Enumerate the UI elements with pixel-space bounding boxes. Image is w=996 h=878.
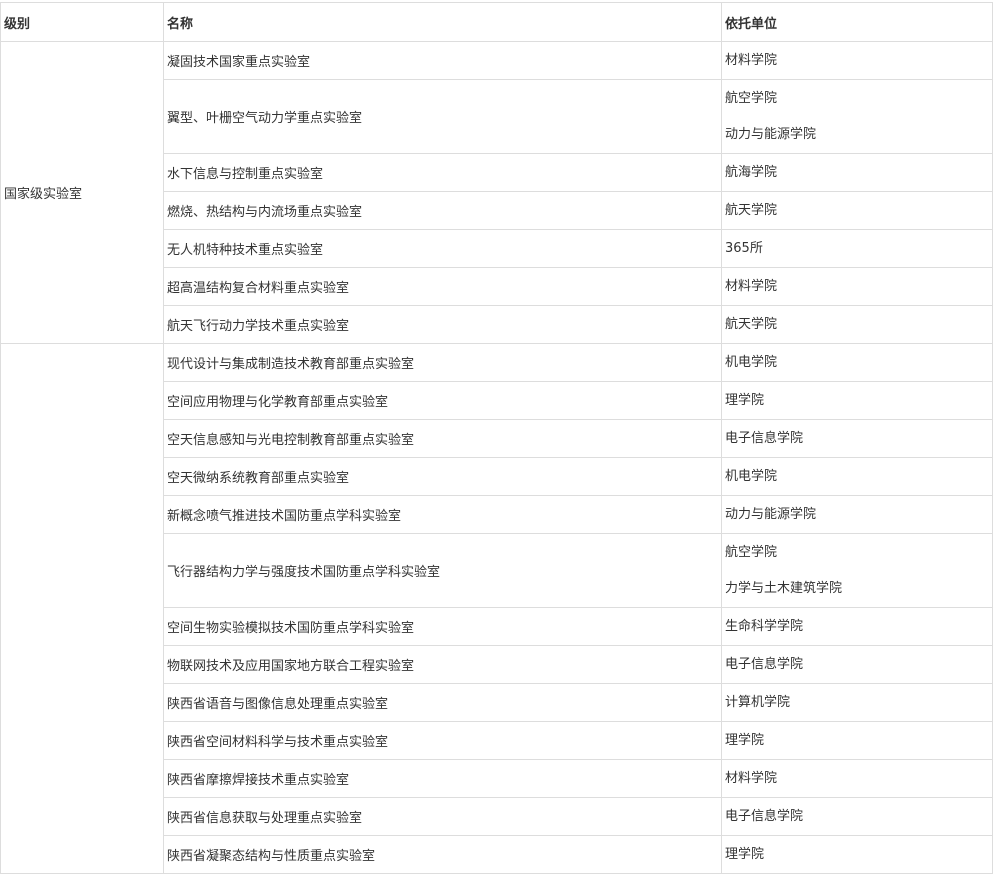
- lab-name-cell: 翼型、叶栅空气动力学重点实验室: [163, 79, 722, 154]
- unit-name: 航天学院: [725, 316, 778, 332]
- unit-cell: 材料学院: [721, 267, 993, 306]
- unit-cell: 机电学院: [721, 457, 993, 496]
- lab-name-cell: 超高温结构复合材料重点实验室: [163, 267, 722, 306]
- unit-name: 理学院: [725, 392, 765, 408]
- unit-cell: 材料学院: [721, 759, 993, 798]
- unit-name: 材料学院: [725, 770, 778, 786]
- unit-cell: 航空学院动力与能源学院: [721, 79, 993, 154]
- lab-name-cell: 陕西省信息获取与处理重点实验室: [163, 797, 722, 836]
- lab-name-cell: 凝固技术国家重点实验室: [163, 41, 722, 80]
- unit-cell: 电子信息学院: [721, 645, 993, 684]
- unit-name: 365所: [725, 240, 763, 256]
- unit-name: 计算机学院: [725, 694, 791, 710]
- unit-cell: 机电学院: [721, 343, 993, 382]
- unit-cell: 电子信息学院: [721, 419, 993, 458]
- table-row: 现代设计与集成制造技术教育部重点实验室 机电学院: [0, 343, 993, 874]
- header-unit: 依托单位: [721, 2, 993, 42]
- lab-name-cell: 水下信息与控制重点实验室: [163, 153, 722, 192]
- lab-name-cell: 新概念喷气推进技术国防重点学科实验室: [163, 495, 722, 534]
- unit-name: 材料学院: [725, 278, 778, 294]
- unit-name: 理学院: [725, 846, 765, 862]
- unit-cell: 计算机学院: [721, 683, 993, 722]
- unit-name: 航空学院: [725, 544, 778, 560]
- lab-name-cell: 空天信息感知与光电控制教育部重点实验室: [163, 419, 722, 458]
- unit-cell: 电子信息学院: [721, 797, 993, 836]
- unit-name: 动力与能源学院: [725, 126, 817, 142]
- table-row: 国家级实验室 凝固技术国家重点实验室 材料学院: [0, 41, 993, 344]
- lab-name-cell: 陕西省凝聚态结构与性质重点实验室: [163, 835, 722, 874]
- unit-name: 理学院: [725, 732, 765, 748]
- lab-name-cell: 空间应用物理与化学教育部重点实验室: [163, 381, 722, 420]
- unit-cell: 理学院: [721, 381, 993, 420]
- unit-cell: 航天学院: [721, 191, 993, 230]
- unit-cell: 生命科学学院: [721, 607, 993, 646]
- header-level: 级别: [0, 2, 164, 42]
- lab-name-cell: 陕西省摩擦焊接技术重点实验室: [163, 759, 722, 798]
- unit-name: 电子信息学院: [725, 808, 804, 824]
- unit-name: 动力与能源学院: [725, 506, 817, 522]
- unit-cell: 航天学院: [721, 305, 993, 344]
- unit-cell: 动力与能源学院: [721, 495, 993, 534]
- table-body: 国家级实验室 凝固技术国家重点实验室 材料学院 翼型、叶栅空气动力学重点实验室 航空学院…: [0, 41, 993, 874]
- unit-name: 电子信息学院: [725, 430, 804, 446]
- unit-cell: 材料学院: [721, 41, 993, 80]
- unit-name: 航空学院: [725, 90, 778, 106]
- unit-name: 航天学院: [725, 202, 778, 218]
- lab-name-cell: 陕西省空间材料科学与技术重点实验室: [163, 721, 722, 760]
- unit-cell: 航海学院: [721, 153, 993, 192]
- header-row: 级别 名称 依托单位: [0, 2, 993, 42]
- lab-name-cell: 航天飞行动力学技术重点实验室: [163, 305, 722, 344]
- header-name: 名称: [163, 2, 722, 42]
- unit-cell: 理学院: [721, 835, 993, 874]
- unit-name: 电子信息学院: [725, 656, 804, 672]
- lab-name-cell: 陕西省语音与图像信息处理重点实验室: [163, 683, 722, 722]
- lab-name-cell: 无人机特种技术重点实验室: [163, 229, 722, 268]
- unit-name: 力学与土木建筑学院: [725, 580, 843, 596]
- unit-cell: 航空学院力学与土木建筑学院: [721, 533, 993, 608]
- laboratory-table: 级别 名称 依托单位 国家级实验室 凝固技术国家重点实验室 材料学院 翼型、叶栅空气动…: [0, 2, 993, 874]
- unit-name: 生命科学学院: [725, 618, 804, 634]
- level-cell: [0, 343, 164, 874]
- lab-name-cell: 空间生物实验模拟技术国防重点学科实验室: [163, 607, 722, 646]
- unit-name: 机电学院: [725, 354, 778, 370]
- lab-name-cell: 燃烧、热结构与内流场重点实验室: [163, 191, 722, 230]
- unit-cell: 理学院: [721, 721, 993, 760]
- level-cell: 国家级实验室: [0, 41, 164, 344]
- lab-name-cell: 空天微纳系统教育部重点实验室: [163, 457, 722, 496]
- table-header: 级别 名称 依托单位: [0, 2, 993, 42]
- unit-cell: 365所: [721, 229, 993, 268]
- lab-name-cell: 现代设计与集成制造技术教育部重点实验室: [163, 343, 722, 382]
- unit-name: 机电学院: [725, 468, 778, 484]
- lab-name-cell: 物联网技术及应用国家地方联合工程实验室: [163, 645, 722, 684]
- page: 级别 名称 依托单位 国家级实验室 凝固技术国家重点实验室 材料学院 翼型、叶栅空气动…: [0, 0, 996, 878]
- unit-name: 材料学院: [725, 52, 778, 68]
- unit-name: 航海学院: [725, 164, 778, 180]
- lab-name-cell: 飞行器结构力学与强度技术国防重点学科实验室: [163, 533, 722, 608]
